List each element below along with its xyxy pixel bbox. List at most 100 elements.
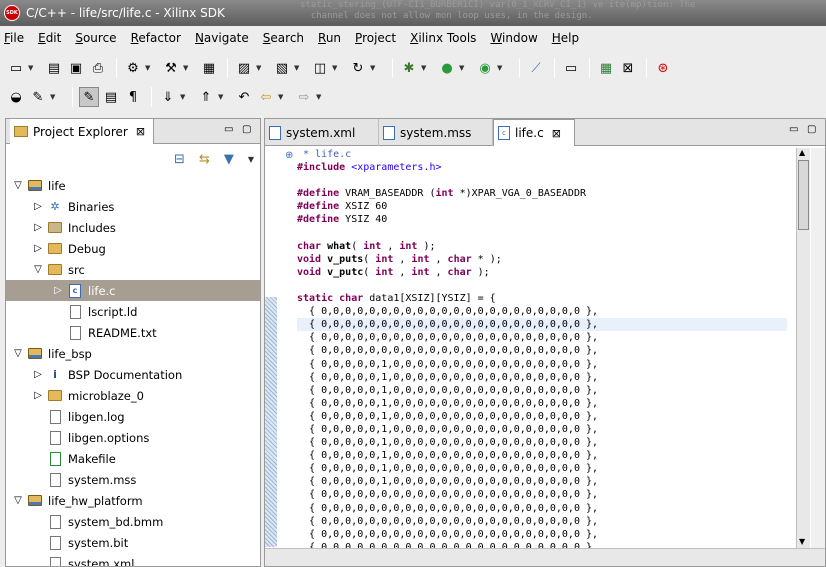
code-line[interactable]: void v_putc( int , int , char );: [297, 266, 797, 279]
previous-annotation-icon[interactable]: ⇑: [196, 87, 216, 107]
code-line[interactable]: #define VRAM_BASEADDR (int *)XPAR_VGA_0_…: [297, 187, 797, 200]
chevron-down-icon[interactable]: ▼: [278, 93, 286, 101]
new-folder-icon[interactable]: ▧: [272, 58, 292, 78]
scroll-up-icon[interactable]: ▲: [799, 148, 805, 157]
code-line[interactable]: char what( int , int );: [297, 240, 797, 253]
tree-item[interactable]: ▷ microblaze_0: [6, 385, 260, 406]
menu-run[interactable]: Run: [318, 31, 341, 45]
code-line[interactable]: #define XSIZ 60: [297, 200, 797, 213]
code-line[interactable]: { 0,0,0,0,0,0,0,0,0,0,0,0,0,0,0,0,0,0,0,…: [297, 344, 797, 357]
save-icon[interactable]: ▤: [44, 58, 64, 78]
chevron-down-icon[interactable]: ▼: [183, 64, 191, 72]
tree-item[interactable]: libgen.log: [6, 406, 260, 427]
open-type-icon[interactable]: ◒: [6, 87, 26, 107]
chevron-down-icon[interactable]: ▼: [370, 64, 378, 72]
tree-item[interactable]: ▽ life_bsp: [6, 343, 260, 364]
external-tools-icon[interactable]: ◉: [475, 58, 495, 78]
tree-item[interactable]: system.mss: [6, 469, 260, 490]
code-line[interactable]: { 0,0,0,0,0,1,0,0,0,0,0,0,0,0,0,0,0,0,0,…: [297, 397, 797, 410]
menu-source[interactable]: Source: [75, 31, 116, 45]
scrollbar-thumb[interactable]: [798, 160, 809, 230]
tree-item[interactable]: ▷ ✲ Binaries: [6, 196, 260, 217]
debug-config-icon[interactable]: ⚙: [123, 58, 143, 78]
block-selection-icon[interactable]: ▤: [101, 87, 121, 107]
chevron-down-icon[interactable]: ▽: [32, 264, 44, 275]
collapse-all-icon[interactable]: ⊟: [174, 152, 185, 167]
tree-item[interactable]: ▷ Includes: [6, 217, 260, 238]
new-project-icon[interactable]: ▨: [234, 58, 254, 78]
menu-window[interactable]: Window: [490, 31, 537, 45]
chevron-right-icon[interactable]: ▷: [32, 243, 44, 254]
code-line[interactable]: { 0,0,0,0,0,1,0,0,0,0,0,0,0,0,0,0,0,0,0,…: [297, 462, 797, 475]
chevron-down-icon[interactable]: ▼: [332, 64, 340, 72]
tree-item[interactable]: ▽ life_hw_platform: [6, 490, 260, 511]
code-line[interactable]: [297, 174, 797, 187]
chevron-down-icon[interactable]: ▽: [12, 495, 24, 506]
vertical-scrollbar[interactable]: ▲ ▼: [796, 148, 810, 548]
chevron-down-icon[interactable]: ▼: [256, 64, 264, 72]
build-hammer-icon[interactable]: ⚒: [161, 58, 181, 78]
tree-item[interactable]: ▷ c life.c: [6, 280, 260, 301]
tree-item[interactable]: ▽ life: [6, 175, 260, 196]
chevron-down-icon[interactable]: ▼: [50, 93, 58, 101]
chevron-down-icon[interactable]: ▽: [12, 180, 24, 191]
chevron-down-icon[interactable]: ▼: [294, 64, 302, 72]
console-icon[interactable]: ▭: [561, 58, 581, 78]
code-line[interactable]: #define YSIZ 40: [297, 213, 797, 226]
code-line[interactable]: { 0,0,0,0,0,0,0,0,0,0,0,0,0,0,0,0,0,0,0,…: [297, 318, 787, 332]
tab-system-mss[interactable]: system.mss: [379, 119, 493, 146]
bsp-settings-icon[interactable]: ⊠: [618, 58, 638, 78]
maximize-icon[interactable]: ▢: [242, 124, 251, 135]
xilinx-icon[interactable]: ⊛: [653, 58, 673, 78]
tree-item[interactable]: libgen.options: [6, 427, 260, 448]
code-editor[interactable]: * life.c #include <xparameters.h> #defin…: [297, 148, 797, 566]
chevron-down-icon[interactable]: ▼: [145, 64, 153, 72]
binary-icon[interactable]: ▦: [199, 58, 219, 78]
code-line[interactable]: [297, 227, 797, 240]
debug-bug-icon[interactable]: ✱: [399, 58, 419, 78]
fold-expand-icon[interactable]: ⊕: [285, 150, 293, 161]
chevron-down-icon[interactable]: ▽: [12, 348, 24, 359]
chevron-right-icon[interactable]: ▷: [32, 201, 44, 212]
new-icon[interactable]: ▭: [6, 58, 26, 78]
code-line[interactable]: { 0,0,0,0,0,1,0,0,0,0,0,0,0,0,0,0,0,0,0,…: [297, 475, 797, 488]
tree-item[interactable]: ▷ Debug: [6, 238, 260, 259]
minimize-icon[interactable]: ▭: [224, 124, 233, 135]
tree-item[interactable]: lscript.ld: [6, 301, 260, 322]
close-icon[interactable]: ⊠: [136, 125, 145, 138]
code-line[interactable]: { 0,0,0,0,0,1,0,0,0,0,0,0,0,0,0,0,0,0,0,…: [297, 410, 797, 423]
forward-icon[interactable]: ⇨: [294, 87, 314, 107]
code-line[interactable]: { 0,0,0,0,0,1,0,0,0,0,0,0,0,0,0,0,0,0,0,…: [297, 384, 797, 397]
run-icon[interactable]: ●: [437, 58, 457, 78]
new-class-icon[interactable]: ◫: [310, 58, 330, 78]
chevron-down-icon[interactable]: ▼: [421, 64, 429, 72]
menu-edit[interactable]: Edit: [38, 31, 61, 45]
code-line[interactable]: void v_puts( int , int , char * );: [297, 253, 797, 266]
maximize-icon[interactable]: ▢: [807, 124, 816, 135]
refresh-icon[interactable]: ↻: [348, 58, 368, 78]
code-line[interactable]: { 0,0,0,0,0,1,0,0,0,0,0,0,0,0,0,0,0,0,0,…: [297, 358, 797, 371]
chevron-down-icon[interactable]: ▼: [316, 93, 324, 101]
view-menu-icon[interactable]: ▼: [248, 155, 254, 164]
tree-item[interactable]: ▷ i BSP Documentation: [6, 364, 260, 385]
filter-icon[interactable]: ▼: [224, 152, 234, 167]
chevron-down-icon[interactable]: ▼: [459, 64, 467, 72]
chevron-down-icon[interactable]: ▼: [218, 93, 226, 101]
save-all-icon[interactable]: ▣: [66, 58, 86, 78]
tab-project-explorer[interactable]: Project Explorer ⊠: [10, 119, 154, 144]
chevron-right-icon[interactable]: ▷: [32, 222, 44, 233]
menu-help[interactable]: Help: [552, 31, 579, 45]
code-line[interactable]: { 0,0,0,0,0,0,0,0,0,0,0,0,0,0,0,0,0,0,0,…: [297, 502, 797, 515]
code-line[interactable]: { 0,0,0,0,0,0,0,0,0,0,0,0,0,0,0,0,0,0,0,…: [297, 515, 797, 528]
generate-libraries-icon[interactable]: ▦: [596, 58, 616, 78]
code-line[interactable]: { 0,0,0,0,0,1,0,0,0,0,0,0,0,0,0,0,0,0,0,…: [297, 423, 797, 436]
code-line[interactable]: { 0,0,0,0,0,1,0,0,0,0,0,0,0,0,0,0,0,0,0,…: [297, 436, 797, 449]
tree-item[interactable]: system.xml: [6, 553, 260, 566]
last-edit-icon[interactable]: ↶: [234, 87, 254, 107]
chevron-right-icon[interactable]: ▷: [52, 285, 64, 296]
code-line[interactable]: * life.c: [297, 148, 797, 161]
chevron-right-icon[interactable]: ▷: [32, 369, 44, 380]
program-fpga-icon[interactable]: ⟋: [526, 58, 546, 78]
chevron-down-icon[interactable]: ▼: [180, 93, 188, 101]
chevron-down-icon[interactable]: ▼: [497, 64, 505, 72]
